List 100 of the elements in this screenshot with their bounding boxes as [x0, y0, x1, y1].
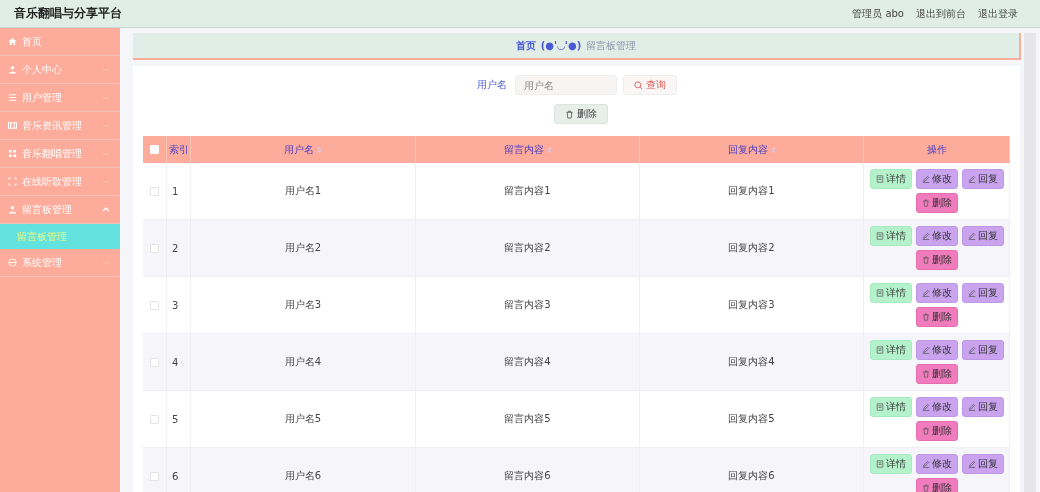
column-header[interactable]: 留言内容: [503, 142, 544, 157]
pencil-icon: [921, 232, 930, 240]
header-link[interactable]: 退出登录: [978, 6, 1018, 21]
table-cell: 3: [172, 299, 179, 311]
table-cell: 留言内容1: [504, 184, 551, 198]
trash-icon: [921, 313, 930, 321]
header-link[interactable]: 管理员 abo: [852, 6, 904, 21]
table-cell: 1: [172, 185, 179, 197]
select-all-checkbox[interactable]: [150, 145, 159, 154]
row-checkbox[interactable]: [150, 357, 159, 367]
search-button[interactable]: 查询: [622, 75, 677, 95]
detail-button[interactable]: 详情: [869, 169, 912, 189]
breadcrumb-current: 留言板管理: [586, 38, 637, 53]
search-field[interactable]: 用户名: [514, 75, 617, 95]
document-icon: [875, 232, 884, 240]
reply-button[interactable]: 回复: [961, 283, 1004, 303]
user-icon: [8, 205, 17, 214]
detail-button[interactable]: 详情: [869, 454, 912, 474]
pencil-icon: [967, 403, 976, 411]
row-checkbox[interactable]: [150, 471, 159, 481]
grid-icon: [8, 149, 17, 158]
document-icon: [875, 460, 884, 468]
header-link[interactable]: 退出到前台: [916, 6, 966, 21]
reply-button[interactable]: 回复: [961, 340, 1004, 360]
detail-button[interactable]: 详情: [869, 340, 912, 360]
pencil-icon: [967, 289, 976, 297]
table-cell: 4: [172, 356, 179, 368]
table-cell: 留言内容2: [504, 241, 551, 255]
trash-icon: [921, 427, 930, 435]
edit-button[interactable]: 修改: [915, 397, 958, 417]
table-cell: 留言内容6: [504, 469, 551, 483]
delete-button[interactable]: 删除: [915, 478, 958, 492]
delete-button[interactable]: 删除: [915, 421, 958, 441]
row-checkbox[interactable]: [150, 300, 159, 310]
edit-button[interactable]: 修改: [915, 283, 958, 303]
user-icon: [8, 65, 17, 74]
table-cell: 用户名5: [284, 412, 322, 426]
edit-button[interactable]: 修改: [915, 454, 958, 474]
trash-icon: [921, 256, 930, 264]
document-icon: [875, 175, 884, 183]
detail-button[interactable]: 详情: [869, 226, 912, 246]
edit-button[interactable]: 修改: [915, 340, 958, 360]
pencil-icon: [921, 460, 930, 468]
frame-icon: [8, 177, 17, 186]
reply-button[interactable]: 回复: [961, 226, 1004, 246]
delete-button[interactable]: 删除: [915, 364, 958, 384]
reply-button[interactable]: 回复: [961, 397, 1004, 417]
column-header[interactable]: 用户名: [284, 142, 314, 157]
delete-button[interactable]: 删除: [915, 250, 958, 270]
table-cell: 回复内容3: [728, 298, 775, 312]
trash-icon: [564, 109, 574, 119]
row-checkbox[interactable]: [150, 243, 159, 253]
pencil-icon: [967, 460, 976, 468]
pencil-icon: [967, 346, 976, 354]
film-icon: [8, 121, 17, 130]
reply-button[interactable]: 回复: [961, 454, 1004, 474]
breadcrumb-link[interactable]: 首页: [515, 38, 536, 53]
table-cell: 6: [172, 470, 179, 482]
column-header[interactable]: 索引: [168, 142, 189, 157]
detail-button[interactable]: 详情: [869, 397, 912, 417]
pencil-icon: [967, 232, 976, 240]
column-header[interactable]: 操作: [926, 142, 947, 157]
row-checkbox[interactable]: [150, 414, 159, 424]
table-cell: 用户名6: [284, 469, 322, 483]
table-cell: 留言内容3: [504, 298, 551, 312]
pencil-icon: [967, 175, 976, 183]
column-header[interactable]: 回复内容: [727, 142, 768, 157]
sort-icon[interactable]: [317, 145, 322, 154]
table-cell: 回复内容1: [728, 184, 775, 198]
home-icon: [8, 37, 17, 46]
pencil-icon: [921, 403, 930, 411]
detail-button[interactable]: 详情: [869, 283, 912, 303]
list-icon: [8, 93, 17, 102]
globe-icon: [8, 258, 17, 267]
table-cell: 用户名4: [284, 355, 322, 369]
pencil-icon: [921, 289, 930, 297]
field-label: 用户名: [476, 78, 507, 92]
delete-button[interactable]: 删除: [915, 193, 958, 213]
sort-icon[interactable]: [546, 145, 552, 154]
document-icon: [875, 403, 884, 411]
table-cell: 回复内容2: [728, 241, 775, 255]
breadcrumb-separator: (●'◡'●): [540, 40, 582, 51]
row-checkbox[interactable]: [150, 186, 159, 196]
delete-button[interactable]: 删除: [915, 307, 958, 327]
delete-button[interactable]: 删除: [553, 104, 608, 124]
trash-icon: [921, 484, 930, 492]
edit-button[interactable]: 修改: [915, 226, 958, 246]
table-cell: 留言内容5: [504, 412, 551, 426]
pencil-icon: [921, 175, 930, 183]
table-cell: 用户名3: [284, 298, 322, 312]
table-cell: 回复内容6: [728, 469, 775, 483]
search-icon: [633, 80, 643, 90]
reply-button[interactable]: 回复: [961, 169, 1004, 189]
edit-button[interactable]: 修改: [915, 169, 958, 189]
app-title: 音乐翻唱与分享平台: [14, 5, 122, 22]
trash-icon: [921, 370, 930, 378]
table-cell: 2: [172, 242, 179, 254]
sort-icon[interactable]: [770, 145, 776, 154]
table-cell: 5: [172, 413, 179, 425]
pencil-icon: [921, 346, 930, 354]
